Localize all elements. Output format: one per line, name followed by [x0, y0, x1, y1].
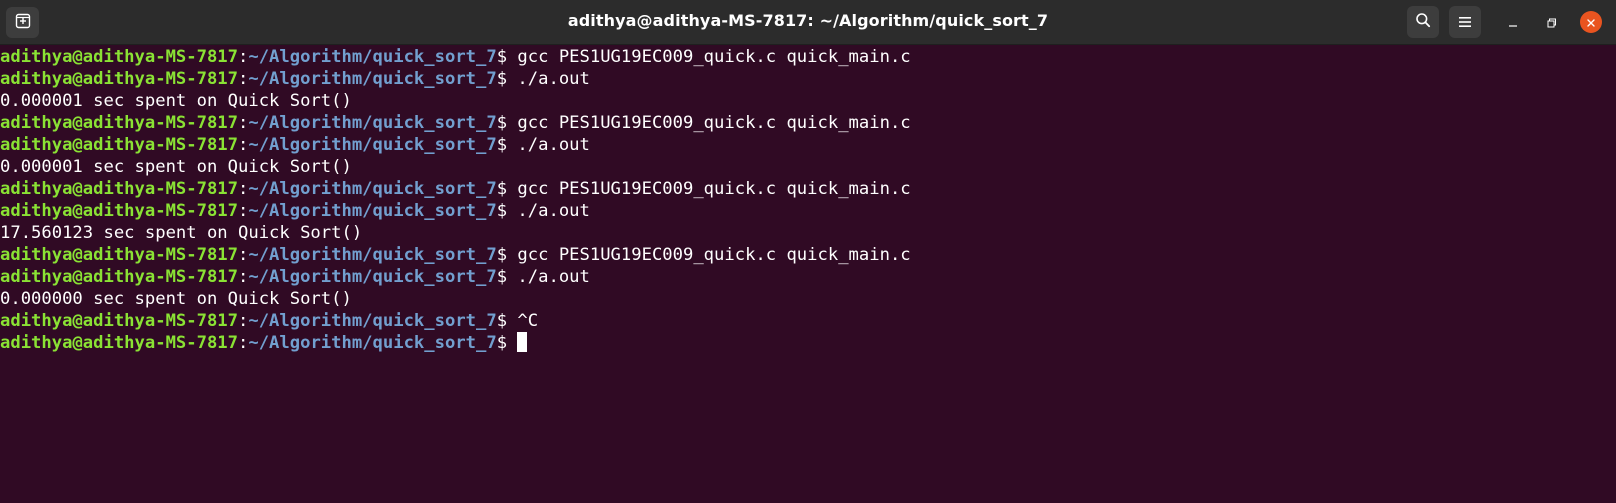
- prompt-separator: :: [238, 333, 249, 353]
- prompt-path: ~/Algorithm/quick_sort_7: [248, 69, 497, 89]
- prompt-line: adithya@adithya-MS-7817:~/Algorithm/quic…: [0, 178, 1616, 200]
- prompt-symbol: $: [496, 311, 518, 331]
- output-text: 17.560123 sec spent on Quick Sort(): [0, 223, 363, 243]
- command-text: ^C: [517, 311, 539, 331]
- menu-button[interactable]: [1449, 6, 1481, 38]
- hamburger-menu-icon: [1458, 13, 1472, 32]
- prompt-symbol: $: [496, 333, 518, 353]
- prompt-symbol: $: [496, 113, 518, 133]
- prompt-line: adithya@adithya-MS-7817:~/Algorithm/quic…: [0, 46, 1616, 68]
- prompt-path: ~/Algorithm/quick_sort_7: [248, 333, 497, 353]
- terminal-window: adithya@adithya-MS-7817: ~/Algorithm/qui…: [0, 0, 1616, 503]
- prompt-symbol: $: [496, 69, 518, 89]
- prompt-line: adithya@adithya-MS-7817:~/Algorithm/quic…: [0, 68, 1616, 90]
- window-title: adithya@adithya-MS-7817: ~/Algorithm/qui…: [567, 11, 1049, 30]
- prompt-separator: :: [238, 47, 249, 67]
- prompt-separator: :: [238, 201, 249, 221]
- prompt-separator: :: [238, 69, 249, 89]
- prompt-path: ~/Algorithm/quick_sort_7: [248, 113, 497, 133]
- prompt-line: adithya@adithya-MS-7817:~/Algorithm/quic…: [0, 112, 1616, 134]
- maximize-button[interactable]: [1540, 10, 1564, 34]
- command-text: ./a.out: [517, 135, 590, 155]
- minimize-icon: [1508, 13, 1518, 32]
- prompt-separator: :: [238, 135, 249, 155]
- prompt-path: ~/Algorithm/quick_sort_7: [248, 135, 497, 155]
- text-cursor: [517, 332, 528, 352]
- prompt-line: adithya@adithya-MS-7817:~/Algorithm/quic…: [0, 200, 1616, 222]
- prompt-separator: :: [238, 179, 249, 199]
- output-text: 0.000001 sec spent on Quick Sort(): [0, 91, 352, 111]
- command-text: gcc PES1UG19EC009_quick.c quick_main.c: [517, 113, 911, 133]
- output-text: 0.000001 sec spent on Quick Sort(): [0, 157, 352, 177]
- prompt-user-host: adithya@adithya-MS-7817: [0, 333, 238, 353]
- prompt-symbol: $: [496, 47, 518, 67]
- prompt-user-host: adithya@adithya-MS-7817: [0, 267, 238, 287]
- search-icon: [1415, 12, 1431, 32]
- prompt-symbol: $: [496, 135, 518, 155]
- prompt-path: ~/Algorithm/quick_sort_7: [248, 47, 497, 67]
- command-text: gcc PES1UG19EC009_quick.c quick_main.c: [517, 179, 911, 199]
- prompt-path: ~/Algorithm/quick_sort_7: [248, 311, 497, 331]
- output-line: 0.000001 sec spent on Quick Sort(): [0, 156, 1616, 178]
- terminal-output-area[interactable]: adithya@adithya-MS-7817:~/Algorithm/quic…: [0, 46, 1616, 503]
- prompt-separator: :: [238, 267, 249, 287]
- prompt-user-host: adithya@adithya-MS-7817: [0, 179, 238, 199]
- prompt-path: ~/Algorithm/quick_sort_7: [248, 179, 497, 199]
- prompt-separator: :: [238, 113, 249, 133]
- command-text: gcc PES1UG19EC009_quick.c quick_main.c: [517, 47, 911, 67]
- maximize-icon: [1547, 13, 1557, 32]
- output-line: 0.000000 sec spent on Quick Sort(): [0, 288, 1616, 310]
- prompt-separator: :: [238, 245, 249, 265]
- prompt-line: adithya@adithya-MS-7817:~/Algorithm/quic…: [0, 244, 1616, 266]
- search-button[interactable]: [1407, 6, 1439, 38]
- command-text: ./a.out: [517, 267, 590, 287]
- prompt-user-host: adithya@adithya-MS-7817: [0, 201, 238, 221]
- prompt-symbol: $: [496, 201, 518, 221]
- title-bar: adithya@adithya-MS-7817: ~/Algorithm/qui…: [0, 0, 1616, 45]
- prompt-line: adithya@adithya-MS-7817:~/Algorithm/quic…: [0, 266, 1616, 288]
- minimize-button[interactable]: [1501, 10, 1525, 34]
- prompt-path: ~/Algorithm/quick_sort_7: [248, 201, 497, 221]
- prompt-symbol: $: [496, 179, 518, 199]
- close-icon: [1586, 13, 1596, 32]
- prompt-user-host: adithya@adithya-MS-7817: [0, 245, 238, 265]
- prompt-symbol: $: [496, 245, 518, 265]
- prompt-line: adithya@adithya-MS-7817:~/Algorithm/quic…: [0, 332, 1616, 354]
- prompt-user-host: adithya@adithya-MS-7817: [0, 69, 238, 89]
- prompt-line: adithya@adithya-MS-7817:~/Algorithm/quic…: [0, 134, 1616, 156]
- output-text: 0.000000 sec spent on Quick Sort(): [0, 289, 352, 309]
- output-line: 0.000001 sec spent on Quick Sort(): [0, 90, 1616, 112]
- prompt-user-host: adithya@adithya-MS-7817: [0, 47, 238, 67]
- command-text: gcc PES1UG19EC009_quick.c quick_main.c: [517, 245, 911, 265]
- prompt-separator: :: [238, 311, 249, 331]
- command-text: ./a.out: [517, 201, 590, 221]
- prompt-path: ~/Algorithm/quick_sort_7: [248, 245, 497, 265]
- prompt-user-host: adithya@adithya-MS-7817: [0, 135, 238, 155]
- prompt-line: adithya@adithya-MS-7817:~/Algorithm/quic…: [0, 310, 1616, 332]
- command-text: ./a.out: [517, 69, 590, 89]
- prompt-user-host: adithya@adithya-MS-7817: [0, 113, 238, 133]
- close-button[interactable]: [1580, 11, 1602, 33]
- prompt-symbol: $: [496, 267, 518, 287]
- prompt-user-host: adithya@adithya-MS-7817: [0, 311, 238, 331]
- prompt-path: ~/Algorithm/quick_sort_7: [248, 267, 497, 287]
- output-line: 17.560123 sec spent on Quick Sort(): [0, 222, 1616, 244]
